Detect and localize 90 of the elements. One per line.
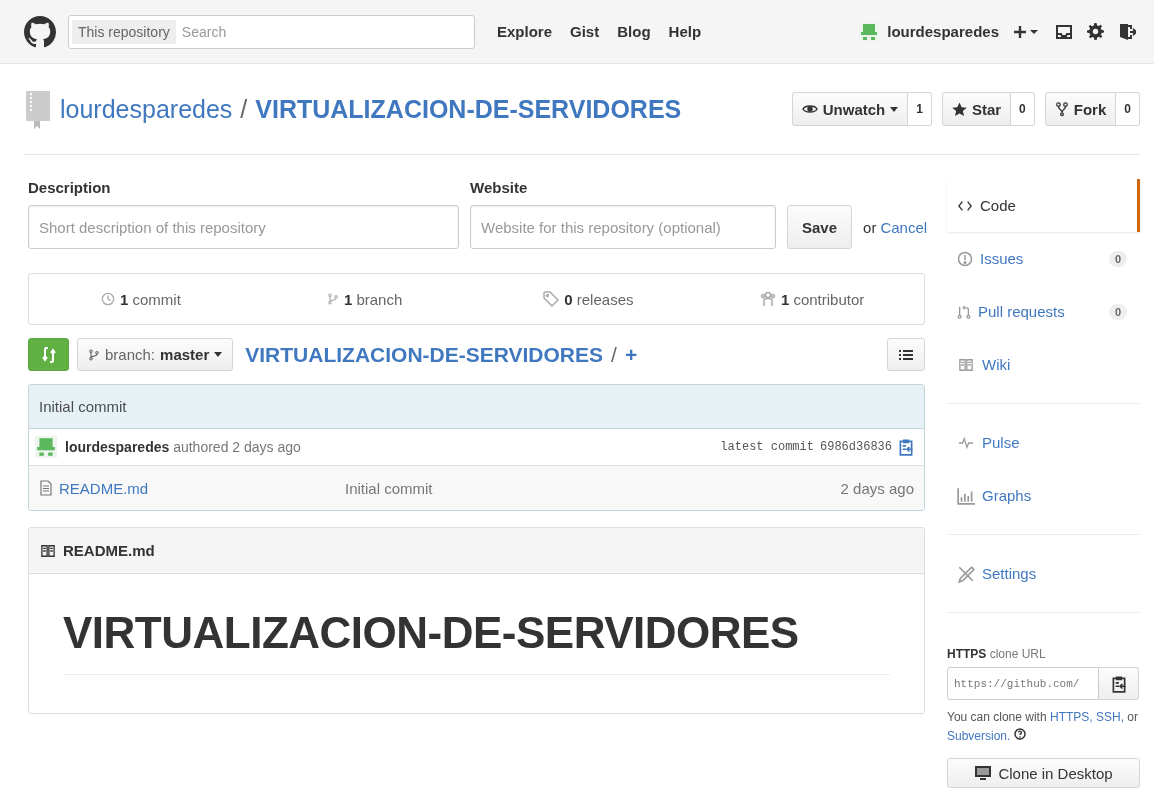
list-icon xyxy=(899,348,913,361)
commit-sha-link[interactable]: 6986d36836 xyxy=(820,440,892,454)
clone-desktop-button[interactable]: Clone in Desktop xyxy=(947,758,1140,788)
pulse-icon xyxy=(957,435,975,450)
search-field[interactable]: This repository Search xyxy=(68,14,475,49)
avatar-icon xyxy=(859,21,880,42)
sidebar-tab[interactable]: Settings xyxy=(947,547,1140,600)
author-avatar-icon xyxy=(35,436,57,458)
copy-button[interactable] xyxy=(1099,667,1139,700)
inbox-icon[interactable] xyxy=(1055,23,1073,40)
commit-message: Initial commit xyxy=(39,398,127,415)
stat-link[interactable]: 0 releases xyxy=(564,290,634,308)
social-count[interactable]: 1 xyxy=(908,92,932,126)
nav-link[interactable]: Gist xyxy=(570,23,600,40)
sidebar-tab[interactable]: Code xyxy=(947,179,1140,232)
nav-link[interactable]: Explore xyxy=(497,23,553,40)
counter: 0 xyxy=(1108,303,1127,320)
sidebar-tab[interactable]: Pulse xyxy=(947,416,1140,469)
social-count[interactable]: 0 xyxy=(1011,92,1035,126)
monitor-icon xyxy=(974,765,993,781)
stat-link[interactable]: 1 branch xyxy=(343,290,403,308)
clipboard-icon xyxy=(1110,674,1127,693)
tag-icon xyxy=(543,291,560,307)
save-button[interactable]: Save xyxy=(787,205,853,249)
sidebar-tab[interactable]: Pull requests 0 xyxy=(947,285,1140,338)
cancel-link[interactable]: Cancel xyxy=(880,218,928,236)
search-input[interactable]: Search xyxy=(179,22,471,41)
bar-graph-icon xyxy=(957,486,975,505)
user-link[interactable]: lourdesparedes xyxy=(887,23,999,40)
readme-heading: VIRTUALIZACION-DE-SERVIDORES xyxy=(63,608,890,675)
clone-help-text: You can clone with HTTPS, SSH, or Subversion. xyxy=(947,709,1139,745)
plus-dropdown-icon[interactable] xyxy=(1013,23,1041,40)
sidebar-tab[interactable]: Wiki xyxy=(947,338,1140,391)
settings-icon[interactable] xyxy=(1087,23,1104,40)
description-field[interactable]: Short description of this repository xyxy=(28,205,459,249)
field-label: Website xyxy=(470,179,529,196)
protocol-link[interactable]: Subversion. xyxy=(947,729,1011,743)
protocol-link[interactable]: HTTPS, xyxy=(1049,710,1093,724)
sidebar-tab[interactable]: Issues 0 xyxy=(947,232,1140,285)
nav-link[interactable]: Help xyxy=(668,23,702,40)
list-view-button[interactable] xyxy=(887,338,925,371)
book-icon xyxy=(39,543,57,558)
branch-dropdown[interactable]: branch: master xyxy=(77,338,234,371)
clone-url-field[interactable]: https://github.com/ xyxy=(947,667,1099,700)
compare-icon xyxy=(40,345,57,364)
issue-icon xyxy=(957,250,973,267)
stat-link[interactable]: 1 commit xyxy=(119,290,181,308)
book-icon xyxy=(957,357,975,372)
tools-icon xyxy=(957,564,975,583)
clone-url-label: HTTPS clone URL xyxy=(947,647,1047,661)
file-age: 2 days ago xyxy=(840,479,914,497)
path-separator: / xyxy=(611,342,617,367)
or-text: or xyxy=(863,218,877,236)
repo-name-link[interactable]: VIRTUALIZACION-DE-SERVIDORES xyxy=(255,94,682,124)
repo-owner-link[interactable]: lourdesparedes xyxy=(60,94,233,124)
nav-link[interactable]: Blog xyxy=(617,23,651,40)
commit-author-text: lourdesparedes authored 2 days ago xyxy=(65,439,301,455)
readme-title: README.md xyxy=(63,542,155,559)
fork-icon xyxy=(1054,101,1069,117)
watch-button[interactable]: Unwatch xyxy=(791,92,909,126)
fork-button[interactable]: Fork xyxy=(1044,92,1117,126)
search-scope[interactable]: This repository xyxy=(72,19,176,44)
repo-path-link[interactable]: VIRTUALIZACION-DE-SERVIDORES xyxy=(245,342,604,367)
help-icon[interactable] xyxy=(1013,728,1026,740)
sign-out-icon[interactable] xyxy=(1118,22,1136,41)
stat-link[interactable]: 1 contributor xyxy=(780,290,865,308)
path-separator: / xyxy=(240,94,248,124)
pull-request-icon xyxy=(957,302,971,321)
counter: 0 xyxy=(1108,250,1127,267)
star-icon xyxy=(951,101,967,117)
commit-message-link[interactable]: Initial commit xyxy=(345,479,433,497)
branch-icon xyxy=(326,291,339,307)
latest-commit-label: latest commit xyxy=(720,440,814,454)
caret-icon xyxy=(214,352,223,357)
sidebar-tab[interactable]: Graphs xyxy=(947,469,1140,522)
compare-button[interactable] xyxy=(28,338,69,371)
clipboard-icon[interactable] xyxy=(898,438,914,456)
file-icon xyxy=(39,480,53,496)
new-file-link[interactable]: + xyxy=(624,342,638,367)
social-count[interactable]: 0 xyxy=(1116,92,1140,126)
github-logo-icon[interactable] xyxy=(24,15,56,48)
website-field[interactable]: Website for this repository (optional) xyxy=(470,205,776,249)
caret-icon xyxy=(890,106,899,112)
file-link[interactable]: README.md xyxy=(59,479,149,497)
protocol-link[interactable]: SSH, xyxy=(1096,710,1124,724)
history-icon xyxy=(100,292,115,306)
people-icon xyxy=(759,291,776,307)
star-button[interactable]: Star xyxy=(941,92,1012,126)
field-label: Description xyxy=(28,179,112,196)
repo-icon xyxy=(24,89,52,129)
